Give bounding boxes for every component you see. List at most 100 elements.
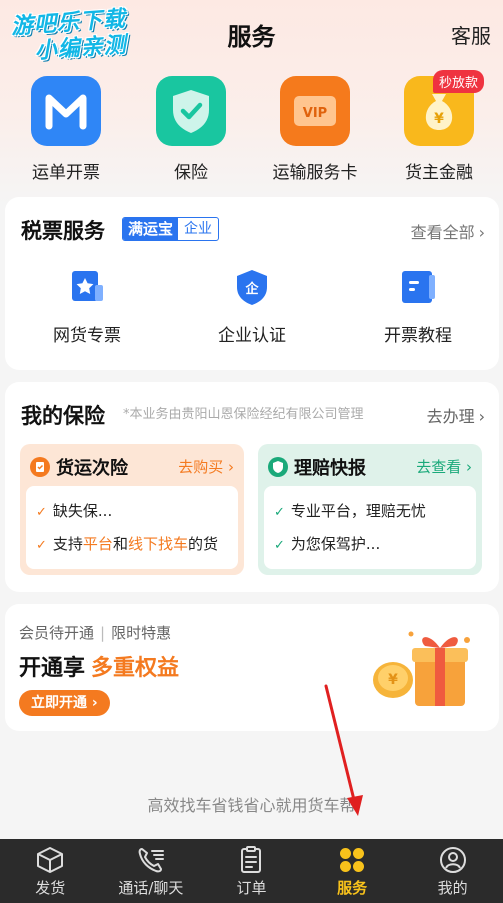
freight-insurance-title: 货运次险 [56, 458, 128, 479]
user-icon [439, 847, 466, 873]
insurance-note: *本业务由贵阳山恩保险经纪有限公司管理 [123, 407, 364, 422]
freight-insurance-header: 货运次险 [30, 454, 128, 480]
phone-chat-icon [138, 848, 164, 873]
tab-label: 通话/聊天 [118, 879, 184, 897]
tile-label: 运单开票 [32, 163, 100, 183]
tab-label: 发货 [35, 879, 66, 897]
money-bag-icon: ¥ 秒放款 [404, 70, 484, 146]
brand-tag: 满运宝 企业 [122, 217, 220, 241]
claims-line-1-text: 专业平台，理赔无忧 [290, 502, 426, 520]
book-icon [398, 267, 438, 307]
order-list-icon [241, 846, 262, 873]
freight-line-2: ✓ 支持平台和线下找车的货 [36, 533, 228, 554]
star-doc-icon [67, 267, 107, 307]
insurance-card: 我的保险 *本业务由贵阳山恩保险经纪有限公司管理 去办理 › 货运次险 去购买 ›… [5, 382, 499, 592]
instant-loan-badge: 秒放款 [432, 70, 484, 93]
enterprise-shield-icon: 企 [232, 267, 272, 307]
freight-insurance-panel[interactable]: 货运次险 去购买 › ✓ 缺失保... ✓ 支持平台和线下找车的货 [20, 444, 244, 575]
chevron-right-icon: › [478, 223, 485, 242]
freight-line-1: ✓ 缺失保... [36, 500, 228, 521]
tax-item-enterprise-auth[interactable]: 企 企业认证 [182, 267, 322, 346]
membership-promo: 限时特惠 [111, 624, 172, 642]
freight-line-2-b: 平台 [82, 535, 113, 553]
tax-item-label: 开票教程 [384, 326, 452, 346]
tile-label: 运输服务卡 [272, 163, 358, 183]
tax-service-title: 税票服务 [21, 219, 105, 243]
tab-ship[interactable]: 发货 [0, 839, 101, 903]
page-title: 服务 [227, 23, 276, 51]
freight-doc-icon [30, 457, 50, 477]
activate-membership-button[interactable]: 立即开通 › [19, 690, 110, 716]
claims-header: 理赔快报 [268, 454, 366, 480]
divider: | [100, 624, 106, 642]
svg-text:¥: ¥ [388, 672, 398, 688]
claims-line-2: ✓ 为您保驾护... [274, 533, 466, 554]
tax-item-special-invoice[interactable]: 网货专票 [17, 267, 157, 346]
claims-title: 理赔快报 [294, 458, 366, 479]
svg-text:企: 企 [244, 281, 259, 297]
claims-line-1: ✓ 专业平台，理赔无忧 [274, 500, 466, 521]
membership-headline-a: 开通享 [19, 656, 86, 681]
brand-tag-sub: 企业 [184, 221, 213, 237]
tax-item-label: 企业认证 [218, 326, 286, 346]
check-icon: ✓ [274, 538, 285, 553]
tab-mine[interactable]: 我的 [402, 839, 503, 903]
view-claims-label: 去查看 [416, 458, 462, 476]
tax-item-tutorial[interactable]: 开票教程 [348, 267, 488, 346]
freight-line-2-c: 和 [112, 535, 128, 553]
tax-service-card: 税票服务 满运宝 企业 查看全部 › 网货专票 企 企业认证 开票教程 [5, 197, 499, 370]
svg-text:VIP: VIP [303, 106, 327, 121]
see-all-label: 查看全部 [410, 223, 475, 242]
vip-card-icon: VIP [280, 76, 350, 146]
freight-insurance-details: ✓ 缺失保... ✓ 支持平台和线下找车的货 [26, 486, 238, 569]
claims-panel[interactable]: 理赔快报 去查看 › ✓ 专业平台，理赔无忧 ✓ 为您保驾护... [258, 444, 482, 575]
service-tiles: 运单开票 保险 VIP 运输服务卡 ¥ 秒放款 货主金融 [0, 70, 503, 186]
slogan-text: 高效找车省钱省心就用货车帮 [147, 796, 356, 815]
check-icon: ✓ [36, 505, 47, 520]
view-claims-link[interactable]: 去查看 › [416, 456, 472, 477]
freight-line-2-a: 支持 [52, 535, 83, 553]
tile-insurance[interactable]: 保险 [131, 76, 251, 183]
bottom-tab-bar: 发货 通话/聊天 订单 服务 我的 [0, 839, 503, 903]
membership-status: 会员待开通 [19, 624, 95, 642]
insurance-action-label: 去办理 [426, 407, 475, 426]
tile-label: 保险 [174, 163, 208, 183]
membership-headline: 开通享 多重权益 [19, 650, 179, 682]
insurance-action-link[interactable]: 去办理 › [427, 403, 485, 427]
claims-shield-icon [268, 457, 288, 477]
tile-waybill-invoice[interactable]: 运单开票 [6, 76, 126, 183]
box-icon [37, 847, 64, 873]
insurance-title: 我的保险 [21, 404, 105, 428]
activate-button-label: 立即开通 [31, 695, 87, 711]
tile-transport-card[interactable]: VIP 运输服务卡 [255, 76, 375, 183]
chevron-right-icon: › [478, 407, 485, 426]
check-icon: ✓ [36, 538, 47, 553]
freight-line-2-d: 线下找车 [127, 535, 188, 553]
check-icon: ✓ [274, 505, 285, 520]
buy-link[interactable]: 去购买 › [178, 456, 234, 477]
m-logo-icon [31, 76, 101, 146]
tab-orders[interactable]: 订单 [201, 839, 302, 903]
gift-box-icon: ¥ [367, 620, 477, 720]
claims-details: ✓ 专业平台，理赔无忧 ✓ 为您保驾护... [264, 486, 476, 569]
tab-calls-chat[interactable]: 通话/聊天 [101, 839, 202, 903]
clover-icon [340, 848, 365, 872]
tile-shipper-finance[interactable]: ¥ 秒放款 货主金融 [379, 70, 499, 183]
tax-item-label: 网货专票 [53, 326, 121, 346]
tab-label: 服务 [337, 879, 368, 897]
shield-check-icon [156, 76, 226, 146]
freight-line-2-e: 的货 [187, 535, 218, 553]
tab-services[interactable]: 服务 [302, 839, 403, 903]
customer-service-button[interactable]: 客服 [451, 20, 491, 49]
svg-text:¥: ¥ [434, 111, 444, 127]
tab-label: 订单 [236, 879, 267, 897]
claims-line-2-text: 为您保驾护... [290, 535, 381, 553]
freight-line-1-text: 缺失保... [52, 502, 113, 520]
tile-label: 货主金融 [405, 163, 473, 183]
membership-status-row: 会员待开通 | 限时特惠 [19, 622, 171, 643]
see-all-link[interactable]: 查看全部 › [411, 219, 485, 243]
membership-headline-b: 多重权益 [91, 656, 180, 681]
brand-tag-main: 满运宝 [123, 218, 179, 240]
buy-link-label: 去购买 [178, 458, 224, 476]
membership-card[interactable]: 会员待开通 | 限时特惠 开通享 多重权益 立即开通 › ¥ [5, 604, 499, 731]
